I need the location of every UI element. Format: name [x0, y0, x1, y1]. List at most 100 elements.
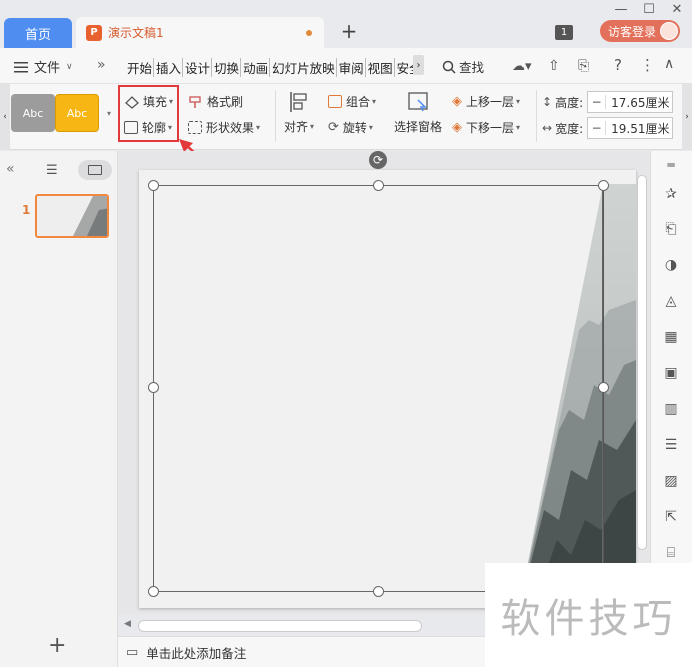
- style-gallery-expand-button[interactable]: ▾: [104, 94, 114, 132]
- shape-style-orange[interactable]: Abc: [55, 94, 99, 132]
- new-tab-button[interactable]: +: [338, 19, 360, 43]
- align-icon: [290, 92, 307, 112]
- shape-style-gray[interactable]: Abc: [11, 94, 55, 132]
- width-decrement-button[interactable]: −: [588, 121, 607, 135]
- selection-pane-icon: [408, 92, 428, 112]
- group-icon: [328, 95, 342, 108]
- fill-outline-highlight-box: [118, 85, 179, 142]
- selection-pane-button[interactable]: 选择窗格: [393, 90, 443, 142]
- search-button[interactable]: 查找: [442, 57, 484, 76]
- format-painter-icon: [189, 95, 201, 108]
- shape-effect-button[interactable]: 形状效果 ▾: [188, 119, 260, 136]
- tab-transition[interactable]: 切换: [213, 58, 242, 77]
- collapse-ribbon-icon[interactable]: ∧: [664, 56, 674, 72]
- group-label: 组合: [346, 95, 371, 109]
- outline-view-icon[interactable]: ☰: [46, 163, 58, 178]
- width-field[interactable]: − 19.51厘米: [587, 117, 674, 139]
- window-count-badge[interactable]: 1: [555, 25, 573, 40]
- ribbon-scroll-right-button[interactable]: ›: [682, 84, 692, 150]
- notes-placeholder: 单击此处添加备注: [146, 645, 247, 661]
- vertical-scrollbar[interactable]: [637, 175, 647, 550]
- share-icon[interactable]: ⇧: [548, 58, 560, 74]
- pin-icon[interactable]: ✰: [661, 184, 681, 204]
- pane-collapse-icon[interactable]: ═: [661, 155, 681, 175]
- add-slide-button[interactable]: +: [48, 633, 66, 658]
- tab-insert[interactable]: 插入: [155, 58, 184, 77]
- group-button[interactable]: 组合 ▾: [328, 93, 376, 110]
- format-painter-label: 格式刷: [207, 95, 244, 109]
- resize-handle-top[interactable]: [373, 180, 384, 191]
- tab-view[interactable]: 视图: [367, 58, 395, 77]
- align-label: 对齐: [283, 120, 308, 134]
- resize-handle-right[interactable]: [598, 382, 609, 393]
- height-row: ↕ 高度: − 17.65厘米: [542, 91, 674, 113]
- fill-icon[interactable]: ◬: [661, 291, 681, 311]
- format-painter-button[interactable]: 格式刷: [188, 93, 243, 110]
- height-decrement-button[interactable]: −: [588, 95, 607, 109]
- bring-forward-label: 上移一层: [466, 95, 515, 109]
- slide-thumbnail[interactable]: [35, 194, 109, 238]
- help-icon[interactable]: ?: [614, 56, 622, 74]
- resize-handle-top-left[interactable]: [148, 180, 159, 191]
- tab-home[interactable]: 首页: [4, 18, 72, 48]
- table-icon[interactable]: ▦: [661, 327, 681, 347]
- caret-down-icon: ▾: [256, 123, 261, 132]
- more-options-icon[interactable]: ⋮: [640, 56, 655, 74]
- slide-view-icon: [88, 165, 102, 175]
- width-value[interactable]: 19.51厘米: [606, 120, 669, 137]
- tab-document[interactable]: P 演示文稿1: [76, 17, 324, 48]
- export-pane-icon[interactable]: ⇱: [661, 507, 681, 527]
- notes-icon: ▭: [126, 644, 139, 660]
- ribbon-scroll-left-button[interactable]: ‹: [0, 84, 10, 150]
- height-field[interactable]: − 17.65厘米: [587, 91, 674, 113]
- visitor-login-button[interactable]: 访客登录: [600, 20, 680, 42]
- menu-scroll-right-button[interactable]: ›: [413, 55, 424, 75]
- resize-handle-bottom-left[interactable]: [148, 586, 159, 597]
- export-icon[interactable]: ⎘: [578, 58, 589, 74]
- selection-box: [153, 185, 603, 592]
- maximize-button[interactable]: ☐: [642, 2, 656, 17]
- caret-down-icon: ▾: [516, 97, 521, 106]
- caret-down-icon: ▾: [372, 97, 377, 106]
- align-button[interactable]: 对齐 ▾: [283, 90, 315, 142]
- resize-handle-top-right[interactable]: [598, 180, 609, 191]
- ribbon-divider: [275, 90, 276, 142]
- tab-design[interactable]: 设计: [184, 58, 213, 77]
- adjust-icon[interactable]: ☰: [661, 435, 681, 455]
- tab-animation[interactable]: 动画: [242, 58, 271, 77]
- watermark-overlay: 软件技巧: [485, 563, 692, 667]
- rotate-handle-icon[interactable]: ⟳: [369, 151, 387, 169]
- chevron-down-icon: ∨: [66, 61, 73, 72]
- close-button[interactable]: ✕: [670, 2, 684, 17]
- scroll-left-icon[interactable]: ◀: [124, 619, 131, 629]
- width-row: ↔ 宽度: − 19.51厘米: [542, 117, 674, 139]
- tab-review[interactable]: 审阅: [338, 58, 366, 77]
- archive-icon[interactable]: ⌸: [661, 543, 681, 563]
- image-icon[interactable]: ▨: [661, 471, 681, 491]
- more-menus-button[interactable]: »: [97, 57, 106, 73]
- cloud-sync-icon[interactable]: ☁▾: [512, 59, 532, 74]
- rotate-label: 旋转: [342, 121, 367, 135]
- tab-start[interactable]: 开始: [126, 58, 155, 77]
- resize-handle-bottom[interactable]: [373, 586, 384, 597]
- horizontal-scrollbar[interactable]: [138, 620, 422, 632]
- title-bar: 首页 P 演示文稿1 + 1 访客登录 — ☐ ✕: [0, 0, 692, 48]
- selection-pane-label: 选择窗格: [393, 120, 442, 134]
- rotate-button[interactable]: ⟳ 旋转 ▾: [328, 119, 373, 136]
- file-menu[interactable]: 文件 ∨: [14, 57, 73, 76]
- tab-slideshow[interactable]: 幻灯片放映: [271, 58, 337, 77]
- shapes-icon[interactable]: ◑: [661, 255, 681, 275]
- collapse-panel-button[interactable]: «: [6, 161, 15, 177]
- chart-icon[interactable]: ▥: [661, 399, 681, 419]
- bring-forward-icon: ◈: [452, 94, 462, 109]
- slide-view-toggle[interactable]: [78, 160, 112, 180]
- rotate-icon: ⟳: [328, 120, 339, 135]
- transform-icon[interactable]: ⎗: [661, 219, 681, 239]
- send-backward-button[interactable]: ◈ 下移一层 ▾: [452, 119, 520, 136]
- caret-down-icon: ▾: [310, 122, 315, 131]
- resize-handle-left[interactable]: [148, 382, 159, 393]
- bring-forward-button[interactable]: ◈ 上移一层 ▾: [452, 93, 520, 110]
- height-value[interactable]: 17.65厘米: [606, 94, 669, 111]
- layout-icon[interactable]: ▣: [661, 363, 681, 383]
- minimize-button[interactable]: —: [614, 2, 628, 17]
